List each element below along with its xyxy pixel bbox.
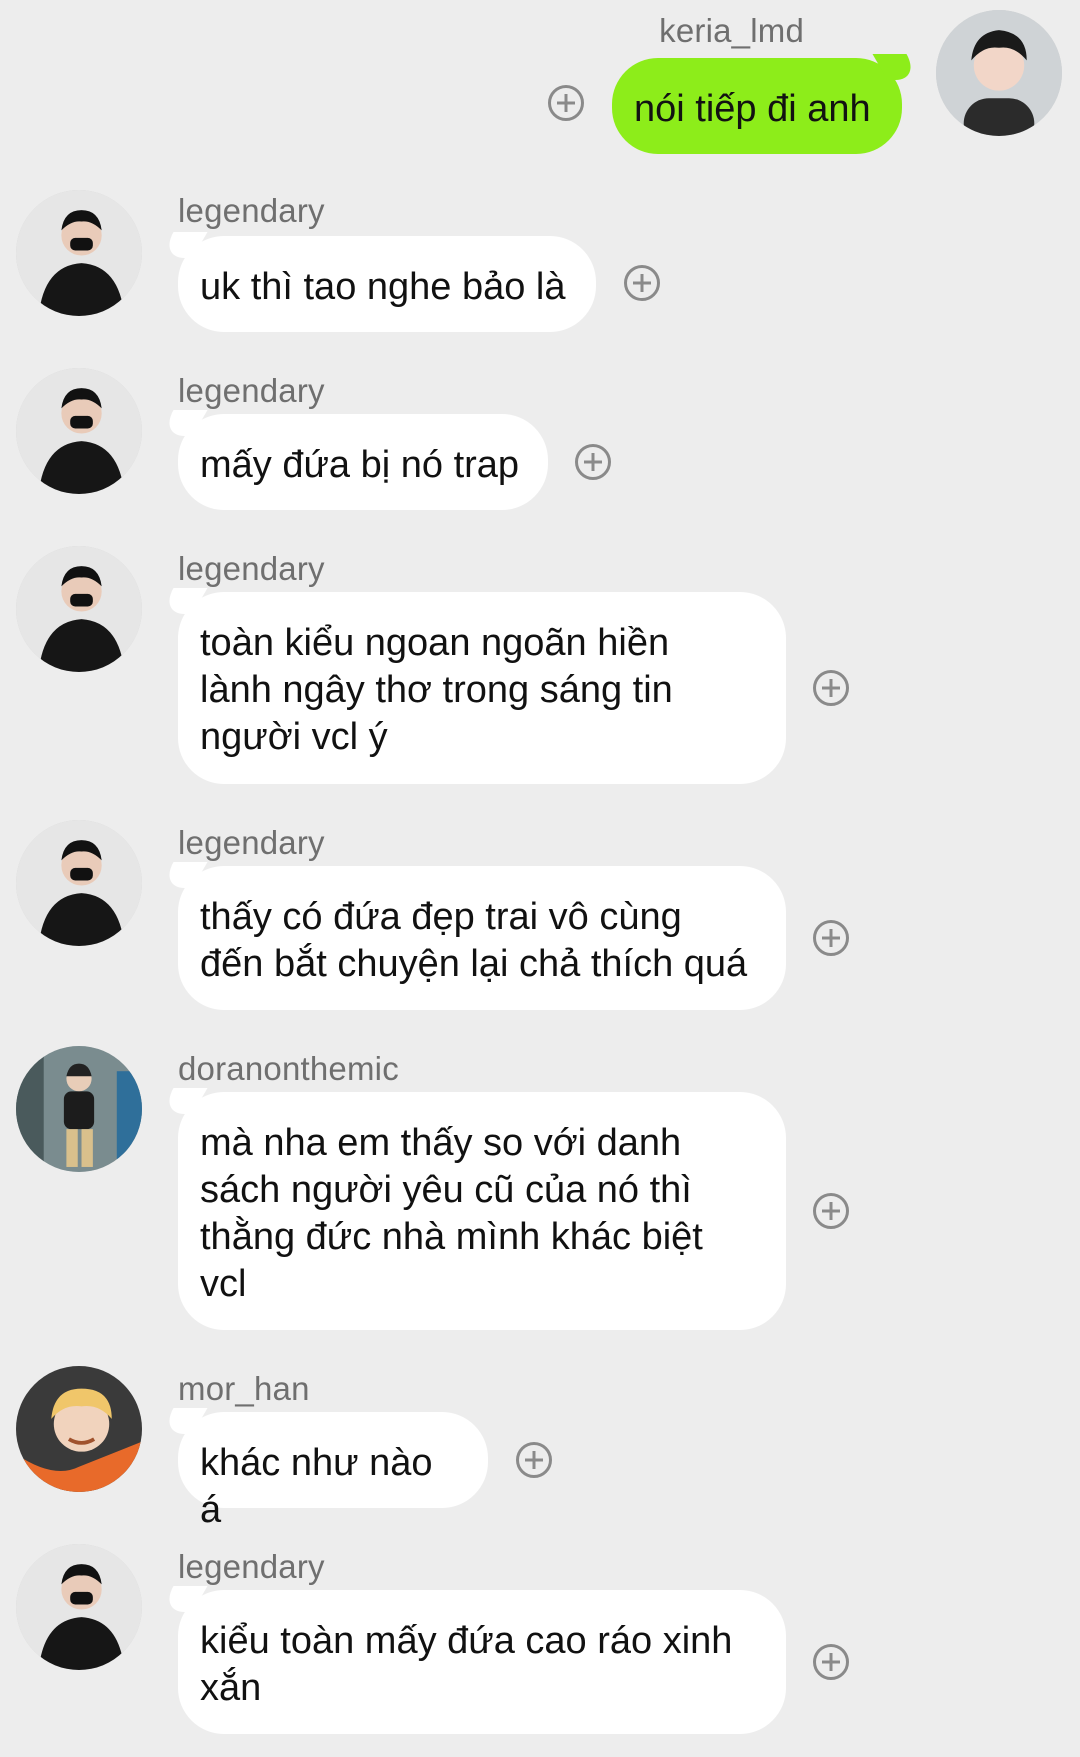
avatar-keria[interactable] (936, 10, 1062, 136)
plus-circle-icon[interactable] (813, 1193, 849, 1229)
message-text-line: vcl (200, 1263, 247, 1305)
message-text-line: sách người yêu cũ của nó thì (200, 1169, 692, 1211)
message-text: nói tiếp đi anh (634, 88, 871, 130)
avatar-legendary[interactable] (16, 1544, 142, 1670)
message-bubble[interactable]: toàn kiểu ngoan ngoãn hiền lành ngây thơ… (178, 592, 786, 784)
message-bubble[interactable]: khác như nào á (178, 1412, 488, 1531)
avatar-legendary[interactable] (16, 368, 142, 494)
sender-name: legendary (178, 1548, 325, 1585)
message-text-line: thằng đức nhà mình khác biệt (200, 1216, 703, 1258)
message-bubble[interactable]: mấy đứa bị nó trap (178, 414, 548, 510)
message-bubble[interactable]: thấy có đứa đẹp trai vô cùng đến bắt chu… (178, 866, 786, 1010)
message-text-line: người vcl ý (200, 716, 388, 758)
message-text: khác như nào á (200, 1442, 433, 1531)
plus-circle-icon[interactable] (813, 920, 849, 956)
sender-name: keria_lmd (659, 12, 804, 49)
message-text-line: xắn (200, 1667, 262, 1709)
sender-name: legendary (178, 824, 325, 861)
plus-circle-icon[interactable] (813, 670, 849, 706)
message-text: uk thì tao nghe bảo là (200, 266, 566, 308)
message-text-line: lành ngây thơ trong sáng tin (200, 669, 673, 711)
sender-name: mor_han (178, 1370, 310, 1407)
message-text: mấy đứa bị nó trap (200, 444, 520, 486)
plus-circle-icon[interactable] (813, 1644, 849, 1680)
message-bubble[interactable]: nói tiếp đi anh (612, 58, 902, 154)
sender-name: doranonthemic (178, 1050, 399, 1087)
plus-circle-icon[interactable] (624, 265, 660, 301)
message-bubble[interactable]: mà nha em thấy so với danh sách người yê… (178, 1092, 786, 1330)
plus-circle-icon[interactable] (575, 444, 611, 480)
message-text-line: kiểu toàn mấy đứa cao ráo xinh (200, 1620, 733, 1662)
message-text-line: mà nha em thấy so với danh (200, 1122, 682, 1164)
message-text-line: toàn kiểu ngoan ngoãn hiền (200, 622, 670, 664)
avatar-legendary[interactable] (16, 190, 142, 316)
plus-circle-icon[interactable] (548, 85, 584, 121)
message-text-line: thấy có đứa đẹp trai vô cùng (200, 896, 682, 938)
avatar-doran[interactable] (16, 1046, 142, 1172)
sender-name: legendary (178, 192, 325, 229)
message-text-line: đến bắt chuyện lại chả thích quá (200, 943, 748, 985)
message-bubble[interactable]: uk thì tao nghe bảo là (178, 236, 596, 332)
sender-name: legendary (178, 372, 325, 409)
avatar-morhan[interactable] (16, 1366, 142, 1492)
avatar-legendary[interactable] (16, 546, 142, 672)
sender-name: legendary (178, 550, 325, 587)
plus-circle-icon[interactable] (516, 1442, 552, 1478)
message-bubble[interactable]: kiểu toàn mấy đứa cao ráo xinh xắn (178, 1590, 786, 1734)
avatar-legendary[interactable] (16, 820, 142, 946)
